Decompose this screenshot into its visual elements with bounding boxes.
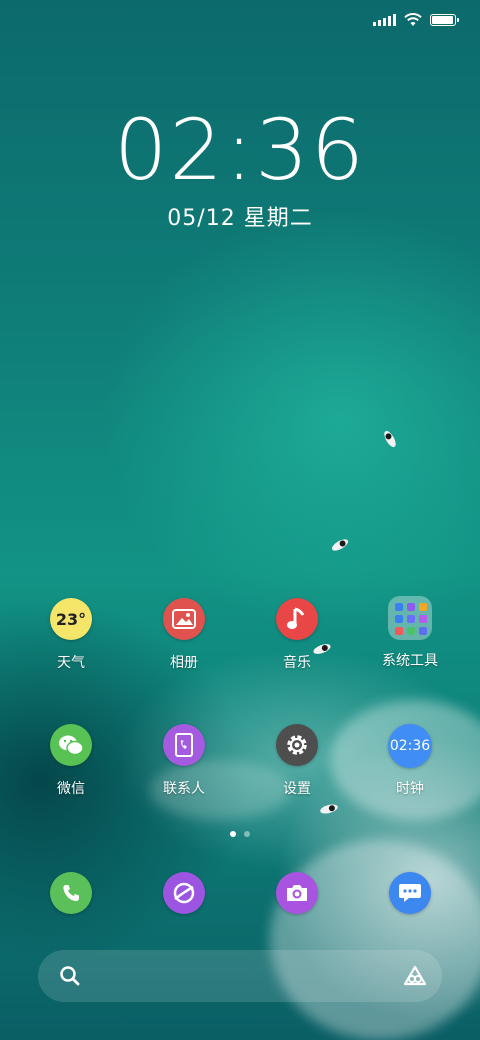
- gallery-icon: [163, 598, 205, 640]
- home-screen: 02:36 05/12 星期二 23° 天气 相册 音乐 系统工具 微信 联系人…: [0, 0, 480, 1040]
- music-icon: [276, 598, 318, 640]
- app-music[interactable]: 音乐: [242, 598, 352, 672]
- status-bar: [373, 10, 459, 30]
- app-wechat[interactable]: 微信: [16, 724, 126, 798]
- app-folder-system-tools[interactable]: 系统工具: [355, 596, 465, 670]
- dock-phone[interactable]: [16, 872, 126, 914]
- app-settings[interactable]: 设置: [242, 724, 352, 798]
- surfer: [319, 802, 339, 816]
- app-contacts[interactable]: 联系人: [129, 724, 239, 798]
- app-label: 系统工具: [382, 653, 438, 669]
- app-label: 时钟: [396, 781, 424, 797]
- wechat-icon: [50, 724, 92, 766]
- search-bar[interactable]: [38, 950, 442, 1002]
- app-label: 音乐: [283, 655, 311, 671]
- contacts-icon: [163, 724, 205, 766]
- battery-icon: [430, 14, 459, 26]
- wifi-icon: [404, 13, 422, 26]
- clock-app-time: 02:36: [389, 738, 431, 754]
- messages-icon: [389, 872, 431, 914]
- clock-date: 05/12 星期二: [167, 206, 313, 231]
- dock-browser[interactable]: [129, 872, 239, 914]
- page-dot[interactable]: [244, 831, 250, 837]
- app-weather[interactable]: 23° 天气: [16, 598, 126, 672]
- app-label: 天气: [57, 655, 85, 671]
- app-label: 设置: [283, 781, 311, 797]
- assistant-icon[interactable]: [402, 964, 428, 988]
- folder-icon: [388, 596, 432, 640]
- browser-icon: [163, 872, 205, 914]
- dock-messages[interactable]: [355, 872, 465, 914]
- search-icon[interactable]: [58, 964, 82, 988]
- signal-bars-icon: [373, 14, 396, 26]
- page-dot-active[interactable]: [230, 831, 236, 837]
- app-label: 联系人: [163, 781, 205, 797]
- app-label: 相册: [170, 655, 198, 671]
- camera-icon: [276, 872, 318, 914]
- clock-time: 02:36: [113, 101, 367, 199]
- weather-temperature: 23°: [55, 609, 87, 629]
- surfer: [330, 537, 350, 553]
- page-indicator: [0, 831, 480, 837]
- clock-icon: 02:36: [388, 724, 432, 768]
- app-label: 微信: [57, 781, 85, 797]
- weather-icon: 23°: [50, 598, 92, 640]
- dock-camera[interactable]: [242, 872, 352, 914]
- app-gallery[interactable]: 相册: [129, 598, 239, 672]
- wave-foam: [270, 840, 480, 1040]
- app-clock[interactable]: 02:36 时钟: [355, 724, 465, 798]
- phone-icon: [50, 872, 92, 914]
- gear-icon: [276, 724, 318, 766]
- surfer: [382, 429, 398, 449]
